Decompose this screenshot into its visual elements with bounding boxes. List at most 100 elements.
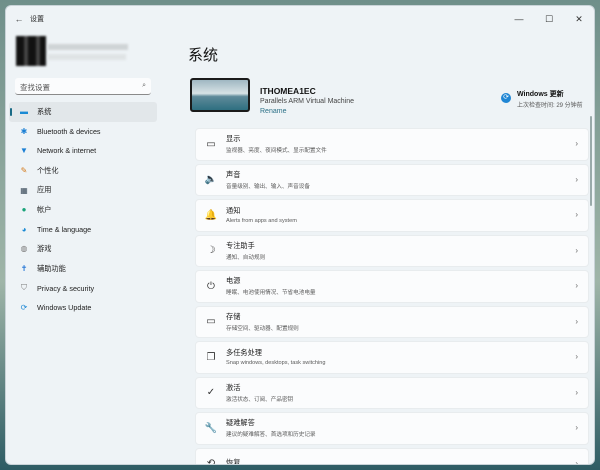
sidebar-item[interactable]: ✱ Bluetooth & devices bbox=[9, 122, 157, 142]
search-input[interactable]: 查找设置 ⌕ bbox=[15, 78, 151, 95]
sidebar-item-label: 系统 bbox=[37, 106, 52, 116]
settings-window: ← 设置 — ☐ ✕ 查找设置 ⌕ ▬ 系统 ✱ Bluetooth & device… bbox=[5, 5, 595, 465]
chevron-right-icon: › bbox=[575, 245, 578, 255]
sidebar-item[interactable]: ◍ 游戏 bbox=[9, 239, 157, 259]
search-placeholder: 查找设置 bbox=[20, 83, 50, 92]
sidebar-item[interactable]: ◕ Time & language bbox=[9, 220, 157, 240]
maximize-button[interactable]: ☐ bbox=[534, 14, 564, 25]
card-subtitle: Snap windows, desktops, task switching bbox=[226, 360, 326, 367]
search-icon[interactable]: ⌕ bbox=[142, 82, 146, 90]
sidebar-item-icon: ✝ bbox=[20, 264, 28, 274]
card-title: 通知 bbox=[226, 206, 241, 216]
card-icon: ⟲ bbox=[206, 458, 216, 465]
card-subtitle: 存储空间、驱动器、配置规则 bbox=[226, 325, 299, 332]
settings-card[interactable]: ⟲ 恢复 › bbox=[195, 447, 589, 465]
chevron-right-icon: › bbox=[575, 316, 578, 326]
sidebar-item-icon: ▼ bbox=[20, 146, 28, 156]
sidebar-item[interactable]: ⛉ Privacy & security bbox=[9, 278, 157, 298]
sidebar-nav: ▬ 系统 ✱ Bluetooth & devices ▼ Network & intern… bbox=[9, 102, 157, 318]
minimize-button[interactable]: — bbox=[504, 14, 534, 25]
card-icon: 🔔 bbox=[204, 209, 218, 221]
sidebar-item[interactable]: ⟳ Windows Update bbox=[9, 298, 157, 318]
card-title: 多任务处理 bbox=[226, 348, 262, 358]
settings-card[interactable]: 🔔 通知 Alerts from apps and system › bbox=[195, 199, 589, 232]
sidebar-item-icon: ◕ bbox=[21, 224, 27, 234]
windows-update-title[interactable]: Windows 更新 bbox=[517, 89, 564, 99]
avatar[interactable] bbox=[16, 36, 46, 66]
chevron-right-icon: › bbox=[575, 458, 578, 465]
sidebar-item[interactable]: ✝ 辅助功能 bbox=[9, 259, 157, 279]
card-title: 恢复 bbox=[226, 457, 241, 465]
card-icon: ⏻ bbox=[207, 280, 215, 292]
sidebar-item-icon: ▦ bbox=[20, 185, 28, 195]
sidebar-item-icon: ⟳ bbox=[20, 303, 28, 313]
card-subtitle: 音量级别、输出、输入、声音设备 bbox=[226, 183, 310, 190]
card-title: 电源 bbox=[226, 276, 241, 286]
sidebar-item-icon: ⛉ bbox=[21, 283, 27, 293]
chevron-right-icon: › bbox=[575, 352, 578, 361]
card-subtitle: 建议的疑难解答、首选项和历史记录 bbox=[226, 432, 316, 439]
sidebar-item-icon: ◍ bbox=[20, 244, 28, 254]
scrollbar[interactable] bbox=[590, 116, 592, 206]
windows-update-status: 上次检查时间: 29 分钟前 bbox=[517, 103, 583, 109]
rename-link[interactable]: Rename bbox=[260, 108, 286, 115]
device-name: ITHOMEA1EC bbox=[260, 86, 316, 96]
sidebar-item-icon: ● bbox=[21, 205, 27, 215]
card-title: 存储 bbox=[226, 311, 241, 321]
sidebar-item[interactable]: ✎ 个性化 bbox=[9, 161, 157, 181]
settings-card[interactable]: ▭ 显示 监视器、亮度、夜间模式、显示配置文件 › bbox=[195, 128, 589, 161]
sidebar-item-label: Privacy & security bbox=[37, 283, 95, 293]
card-title: 激活 bbox=[226, 382, 241, 392]
window-title: 设置 bbox=[30, 16, 44, 23]
settings-card[interactable]: 🔈 声音音量级别、输出、输入、声音设备 › bbox=[195, 163, 589, 196]
card-icon: ▭ bbox=[206, 138, 216, 150]
card-icon: ✓ bbox=[206, 387, 216, 399]
back-button[interactable]: ← bbox=[8, 14, 30, 24]
sidebar-item-label: 帐户 bbox=[37, 204, 52, 214]
settings-card[interactable]: 🔧 疑难解答建议的疑难解答、首选项和历史记录 › bbox=[195, 412, 589, 445]
sidebar-item-label: Time & language bbox=[37, 224, 92, 234]
card-icon: 🔧 bbox=[204, 422, 218, 434]
card-icon: ▭ bbox=[206, 316, 216, 328]
card-subtitle: 通知、自动规则 bbox=[226, 254, 266, 261]
title-bar: ← 设置 — ☐ ✕ bbox=[6, 6, 594, 32]
sidebar-item-icon: ✎ bbox=[20, 166, 28, 176]
settings-card[interactable]: ❐ 多任务处理 Snap windows, desktops, task switc… bbox=[195, 341, 589, 374]
chevron-right-icon: › bbox=[575, 139, 578, 148]
chevron-right-icon: › bbox=[575, 423, 578, 432]
card-title: 专注助手 bbox=[226, 240, 255, 250]
user-email-blurred bbox=[48, 54, 126, 60]
settings-card[interactable]: ☽ 专注助手通知、自动规则 › bbox=[195, 234, 589, 267]
chevron-right-icon: › bbox=[575, 174, 578, 184]
sidebar-item-label: Network & internet bbox=[37, 146, 97, 156]
user-name-blurred bbox=[48, 44, 128, 50]
sidebar-item-label: Bluetooth & devices bbox=[37, 126, 101, 136]
settings-card[interactable]: ⏻ 电源睡眠、电池使用情况、节省电池电量 › bbox=[195, 270, 589, 303]
settings-card[interactable]: ▭ 存储存储空间、驱动器、配置规则 › bbox=[195, 305, 589, 338]
card-icon: 🔈 bbox=[204, 174, 218, 186]
close-button[interactable]: ✕ bbox=[564, 14, 594, 25]
card-icon: ☽ bbox=[206, 245, 216, 257]
sidebar-item[interactable]: ▼ Network & internet bbox=[9, 141, 157, 161]
card-title: 声音 bbox=[226, 169, 241, 179]
chevron-right-icon: › bbox=[575, 387, 578, 397]
card-subtitle: 睡眠、电池使用情况、节省电池电量 bbox=[226, 290, 316, 297]
card-subtitle: 激活状态、订阅、产品密钥 bbox=[226, 396, 294, 403]
sidebar-item[interactable]: ▬ 系统 bbox=[9, 102, 157, 122]
sidebar-item-label: Windows Update bbox=[37, 303, 92, 313]
settings-cards: ▭ 显示 监视器、亮度、夜间模式、显示配置文件 › 🔈 声音 音量级别、输出、输入、声音设备… bbox=[195, 128, 589, 465]
card-subtitle: 监视器、亮度、夜间模式、显示配置文件 bbox=[226, 148, 327, 155]
sidebar-item-label: 应用 bbox=[37, 185, 52, 195]
sidebar-item[interactable]: ● 帐户 bbox=[9, 200, 157, 220]
sidebar-item-label: 游戏 bbox=[37, 243, 52, 253]
sidebar-item-icon: ▬ bbox=[20, 107, 28, 117]
windows-update-icon[interactable]: ⟳ bbox=[501, 93, 511, 103]
sidebar-item[interactable]: ▦ 应用 bbox=[9, 180, 157, 200]
card-icon: ❐ bbox=[206, 351, 216, 363]
sidebar-item-label: 个性化 bbox=[37, 165, 59, 175]
settings-card[interactable]: ✓ 激活激活状态、订阅、产品密钥 › bbox=[195, 376, 589, 409]
sidebar-item-icon: ✱ bbox=[20, 126, 28, 136]
card-subtitle: Alerts from apps and system bbox=[226, 218, 297, 225]
chevron-right-icon: › bbox=[575, 281, 578, 290]
card-title: 疑难解答 bbox=[226, 418, 255, 428]
